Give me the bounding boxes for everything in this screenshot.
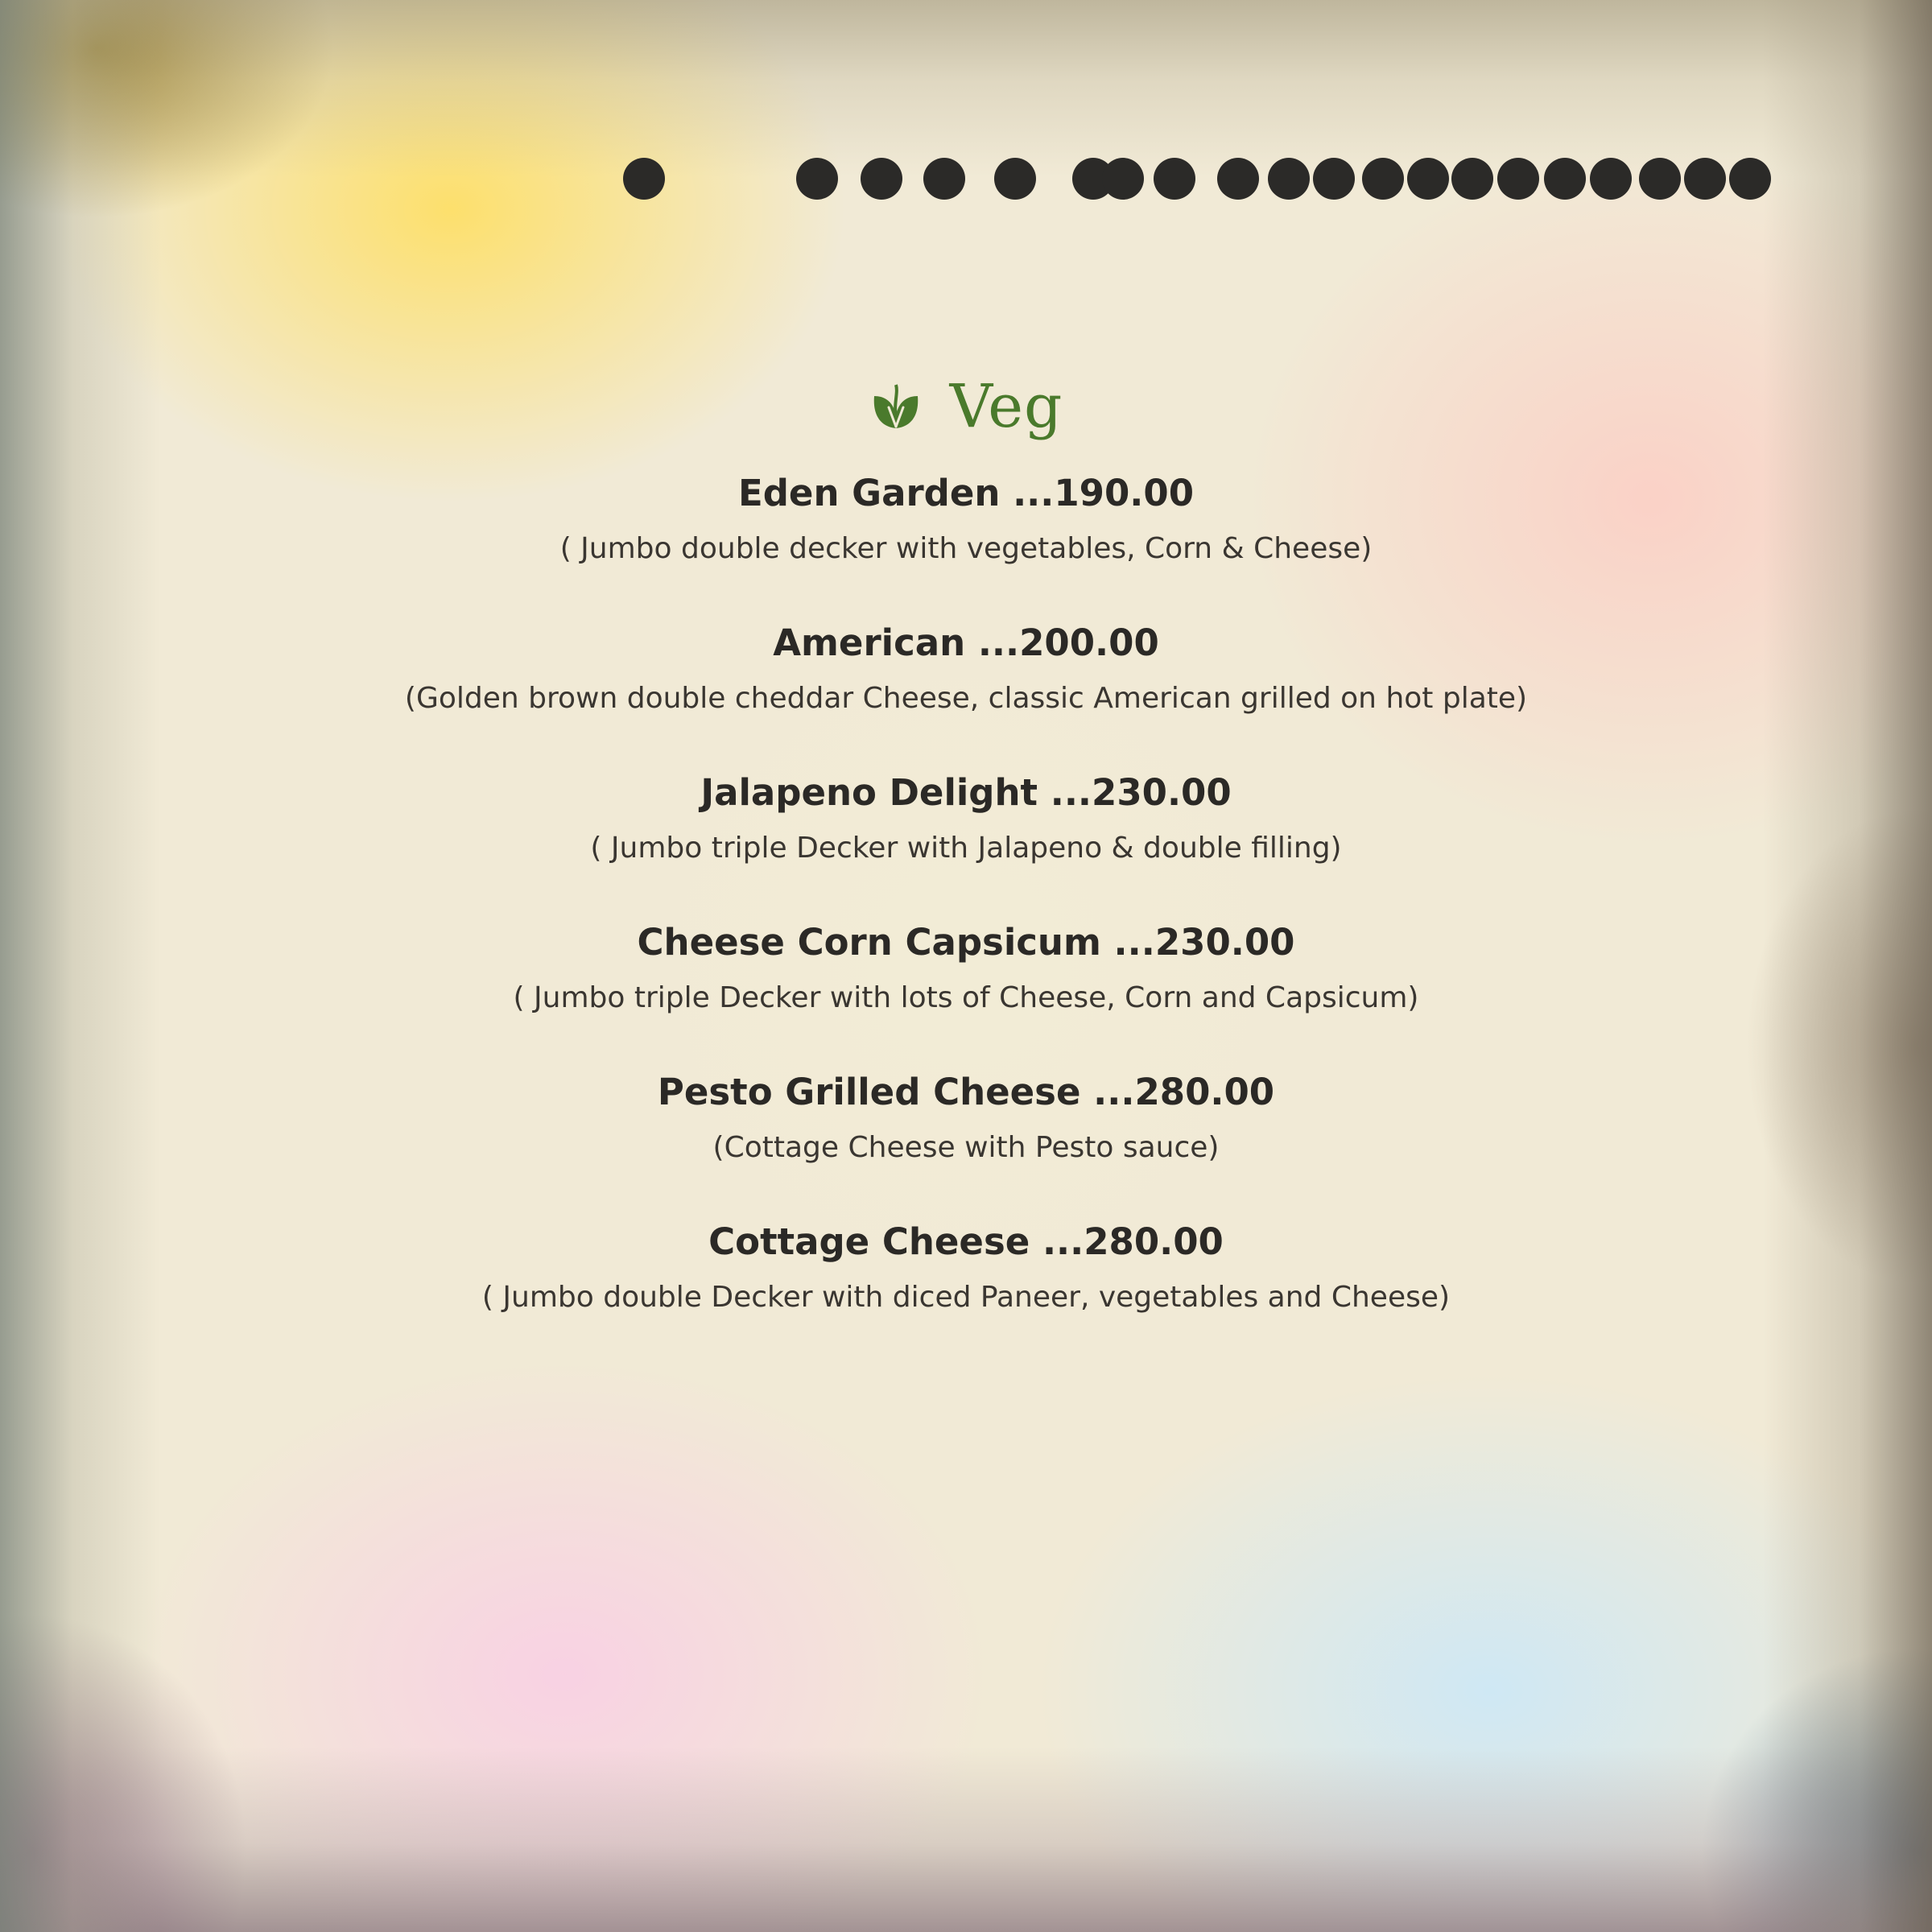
- decorative-dot: [623, 158, 665, 200]
- menu-item: Cottage Cheese ...280.00 ( Jumbo double …: [242, 1216, 1690, 1322]
- decorative-dot: [1497, 158, 1539, 200]
- leaf-icon: [869, 380, 923, 433]
- menu-item-price: ...190.00: [1013, 472, 1195, 514]
- decorative-dot: [1268, 158, 1310, 200]
- decorative-dot: [923, 158, 965, 200]
- decorative-dot: [1729, 158, 1771, 200]
- section-title: Veg: [949, 372, 1063, 441]
- decorative-dot: [1102, 158, 1144, 200]
- menu-item-name: Cottage Cheese: [708, 1220, 1030, 1263]
- menu-item-price: ...280.00: [1093, 1071, 1275, 1113]
- menu-item-title: Cottage Cheese ...280.00: [242, 1216, 1690, 1269]
- decorative-dot: [796, 158, 838, 200]
- decorative-dot: [1362, 158, 1404, 200]
- menu-item-price: ...280.00: [1042, 1220, 1224, 1263]
- menu-item-description: ( Jumbo double Decker with diced Paneer,…: [481, 1281, 1451, 1314]
- menu-item-title: American ...200.00: [242, 617, 1690, 670]
- menu-item-title: Pesto Grilled Cheese ...280.00: [242, 1066, 1690, 1119]
- menu-item-title: Jalapeno Delight ...230.00: [242, 766, 1690, 819]
- decorative-dot: [1154, 158, 1195, 200]
- menu-item-description: (Golden brown double cheddar Cheese, cla…: [404, 682, 1528, 715]
- menu-item-description: (Cottage Cheese with Pesto sauce): [712, 1131, 1220, 1164]
- menu-item-name: Cheese Corn Capsicum: [637, 921, 1101, 964]
- menu-item-name: Pesto Grilled Cheese: [657, 1071, 1081, 1113]
- decorative-dot-row: [0, 0, 1932, 242]
- section-header: Veg: [242, 354, 1690, 459]
- decorative-dot: [1639, 158, 1681, 200]
- menu-item-price: ...230.00: [1113, 921, 1295, 964]
- menu-item: Cheese Corn Capsicum ...230.00 ( Jumbo t…: [242, 916, 1690, 1022]
- menu-item-title: Cheese Corn Capsicum ...230.00: [242, 916, 1690, 969]
- menu-item: Jalapeno Delight ...230.00 ( Jumbo tripl…: [242, 766, 1690, 873]
- decorative-dot: [1684, 158, 1726, 200]
- menu-item-price: ...230.00: [1050, 771, 1232, 814]
- decorative-dot: [1407, 158, 1449, 200]
- menu-item-title: Eden Garden ...190.00: [242, 467, 1690, 520]
- menu-item: American ...200.00 (Golden brown double …: [242, 617, 1690, 723]
- menu-section-veg: Veg Eden Garden ...190.00 ( Jumbo double…: [242, 354, 1690, 1365]
- decorative-dot: [861, 158, 902, 200]
- decorative-dot: [1313, 158, 1355, 200]
- menu-item-description: ( Jumbo double decker with vegetables, C…: [559, 532, 1373, 565]
- menu-item-description: ( Jumbo triple Decker with lots of Chees…: [513, 981, 1419, 1014]
- decorative-dot: [1544, 158, 1586, 200]
- decorative-dot: [1217, 158, 1259, 200]
- menu-item-name: American: [773, 621, 966, 664]
- decorative-dot: [994, 158, 1036, 200]
- menu-item: Eden Garden ...190.00 ( Jumbo double dec…: [242, 467, 1690, 573]
- decorative-dot: [1590, 158, 1632, 200]
- menu-item-name: Eden Garden: [737, 472, 1001, 514]
- menu-item: Pesto Grilled Cheese ...280.00 (Cottage …: [242, 1066, 1690, 1172]
- menu-item-price: ...200.00: [977, 621, 1159, 664]
- menu-item-description: ( Jumbo triple Decker with Jalapeno & do…: [590, 832, 1342, 865]
- decorative-dot: [1451, 158, 1493, 200]
- menu-item-name: Jalapeno Delight: [700, 771, 1038, 814]
